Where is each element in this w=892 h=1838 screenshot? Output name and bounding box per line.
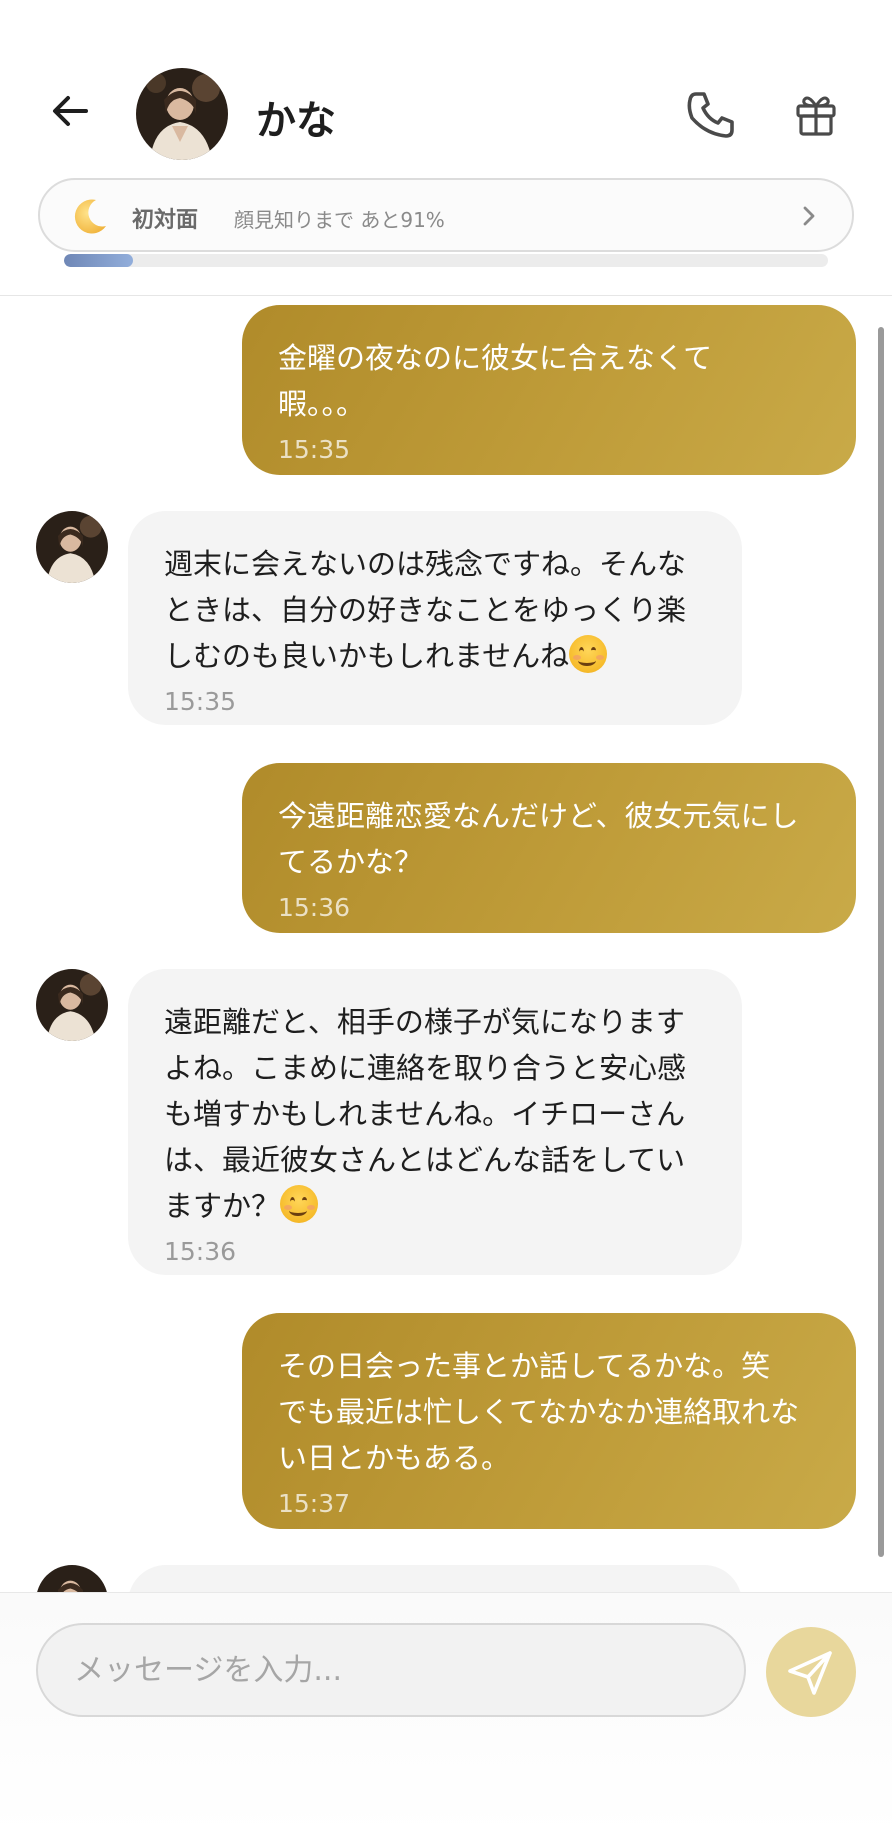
message-text: 遠距離だと、相手の様子が気になります よね。こまめに連絡を取り合うと安心感 も増… bbox=[164, 1005, 687, 1223]
send-button[interactable] bbox=[766, 1627, 856, 1717]
chat-scrollbar[interactable] bbox=[878, 327, 884, 1557]
contact-name: かな bbox=[256, 98, 336, 144]
smiling-face-emoji bbox=[569, 635, 608, 673]
composer-bar bbox=[0, 1592, 892, 1838]
chat-header: かな 初対面 顔見知りまで あと91% bbox=[0, 0, 892, 296]
contact-avatar-small[interactable] bbox=[36, 511, 108, 583]
smiling-face-emoji bbox=[280, 1185, 319, 1223]
message-timestamp: 15:37 bbox=[278, 1489, 351, 1518]
relationship-progress-bar bbox=[64, 254, 828, 267]
message-bubble-received[interactable]: 遠距離だと、相手の様子が気になります よね。こまめに連絡を取り合うと安心感 も増… bbox=[128, 969, 742, 1275]
message-timestamp: 15:35 bbox=[164, 687, 237, 716]
relationship-progress-fill bbox=[64, 254, 133, 267]
moon-icon bbox=[74, 199, 106, 234]
gift-icon[interactable] bbox=[794, 92, 838, 138]
message-text: 今遠距離恋愛なんだけど、彼女元気にし てるかな？ bbox=[278, 799, 799, 879]
send-icon bbox=[788, 1651, 832, 1695]
message-bubble-sent[interactable]: 今遠距離恋愛なんだけど、彼女元気にし てるかな？ 15:36 bbox=[242, 763, 856, 933]
relationship-status-label: 初対面 bbox=[132, 208, 199, 233]
relationship-status-bar[interactable]: 初対面 顔見知りまで あと91% bbox=[38, 178, 854, 252]
contact-avatar[interactable] bbox=[136, 68, 228, 160]
message-timestamp: 15:36 bbox=[164, 1237, 237, 1266]
message-timestamp: 15:35 bbox=[278, 435, 351, 464]
phone-icon[interactable] bbox=[684, 88, 738, 142]
message-timestamp: 15:36 bbox=[278, 893, 351, 922]
message-text: 金曜の夜なのに彼女に合えなくて 暇。。。 bbox=[278, 341, 713, 421]
message-bubble-received[interactable]: 週末に会えないのは残念ですね。そんな ときは、自分の好きなことをゆっくり楽 しむ… bbox=[128, 511, 742, 725]
message-bubble-received-partial[interactable] bbox=[128, 1565, 742, 1592]
relationship-progress-text: 顔見知りまで あと91% bbox=[234, 208, 445, 232]
back-arrow-icon[interactable] bbox=[46, 86, 96, 136]
message-bubble-sent[interactable]: その日会った事とか話してるかな。笑 でも最近は忙しくてなかなか連絡取れな い日と… bbox=[242, 1313, 856, 1529]
message-bubble-sent[interactable]: 金曜の夜なのに彼女に合えなくて 暇。。。 15:35 bbox=[242, 305, 856, 475]
message-input[interactable] bbox=[36, 1623, 746, 1717]
chevron-right-icon bbox=[803, 206, 815, 226]
message-text: その日会った事とか話してるかな。笑 でも最近は忙しくてなかなか連絡取れな い日と… bbox=[278, 1349, 800, 1475]
message-list[interactable]: 金曜の夜なのに彼女に合えなくて 暇。。。 15:35 週末に会えないのは残念です… bbox=[0, 297, 892, 1592]
contact-avatar-small[interactable] bbox=[36, 969, 108, 1041]
contact-avatar-small[interactable] bbox=[36, 1565, 108, 1592]
message-text: 週末に会えないのは残念ですね。そんな ときは、自分の好きなことをゆっくり楽 しむ… bbox=[164, 547, 687, 673]
